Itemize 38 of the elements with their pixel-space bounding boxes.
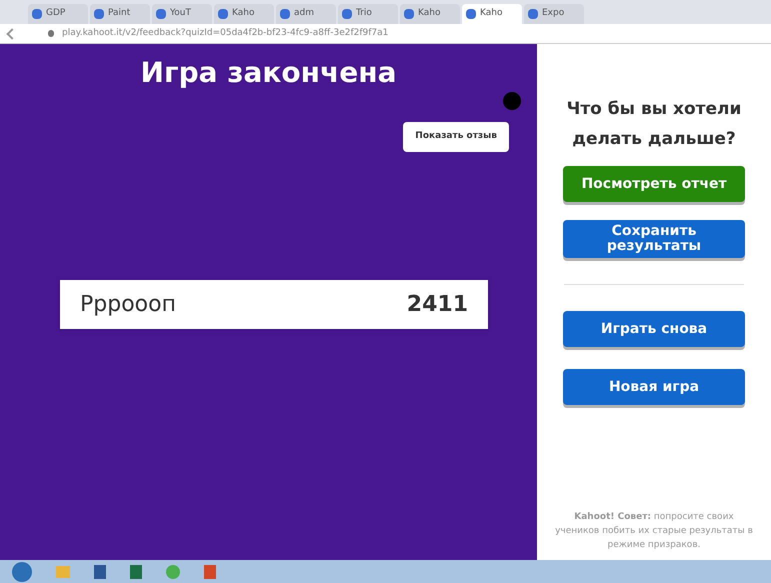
tab-title: GDP (46, 7, 66, 20)
action-button[interactable]: Играть снова (563, 311, 745, 347)
tab-title: YouT (170, 7, 192, 20)
tab-title: Kaho (480, 7, 502, 20)
tab-title: adm (294, 7, 314, 20)
browser-tab[interactable]: Kaho (462, 4, 522, 24)
action-button[interactable]: Новая игра (563, 369, 745, 405)
next-question: Что бы вы хотели делать дальше? (566, 98, 742, 151)
tab-title: Trio (356, 7, 372, 20)
feedback-button[interactable]: Показать отзыв (403, 122, 509, 152)
favicon-icon (404, 9, 414, 19)
browser-tab[interactable]: Trio (338, 4, 398, 24)
favicon-icon (32, 9, 42, 19)
browser-tab[interactable]: Kaho (400, 4, 460, 24)
favicon-icon (466, 9, 476, 19)
favicon-icon (280, 9, 290, 19)
player-score: 2411 (406, 290, 468, 318)
tab-title: Paint (108, 7, 130, 20)
action-button[interactable]: Сохранить результаты (563, 220, 745, 258)
browser-tab[interactable]: GDP (28, 4, 88, 24)
tip-text: Kahoot! Совет: попросите своих учеников побить их старые результаты в режиме призраков. (554, 511, 754, 552)
favicon-icon (528, 9, 538, 19)
player-name: Ррроооп (80, 290, 176, 318)
browser-tab[interactable]: Kaho (214, 4, 274, 24)
browser-tab[interactable]: Expo (524, 4, 584, 24)
url-text[interactable]: play.kahoot.it/v2/feedback?quizId=05da4f2b-bf23-4fc9-a8ff-3e2f2f9f7a1 (62, 26, 388, 40)
browser-tab[interactable]: YouT (152, 4, 212, 24)
favicon-icon (156, 9, 166, 19)
tab-title: Kaho (232, 7, 254, 20)
browser-tab[interactable]: adm (276, 4, 336, 24)
action-button[interactable]: Посмотреть отчет (563, 166, 745, 202)
favicon-icon (94, 9, 104, 19)
favicon-icon (218, 9, 228, 19)
game-title: Игра закончена (140, 55, 396, 91)
favicon-icon (342, 9, 352, 19)
tab-title: Kaho (418, 7, 440, 20)
tab-title: Expo (542, 7, 564, 20)
browser-tab[interactable]: Paint (90, 4, 150, 24)
